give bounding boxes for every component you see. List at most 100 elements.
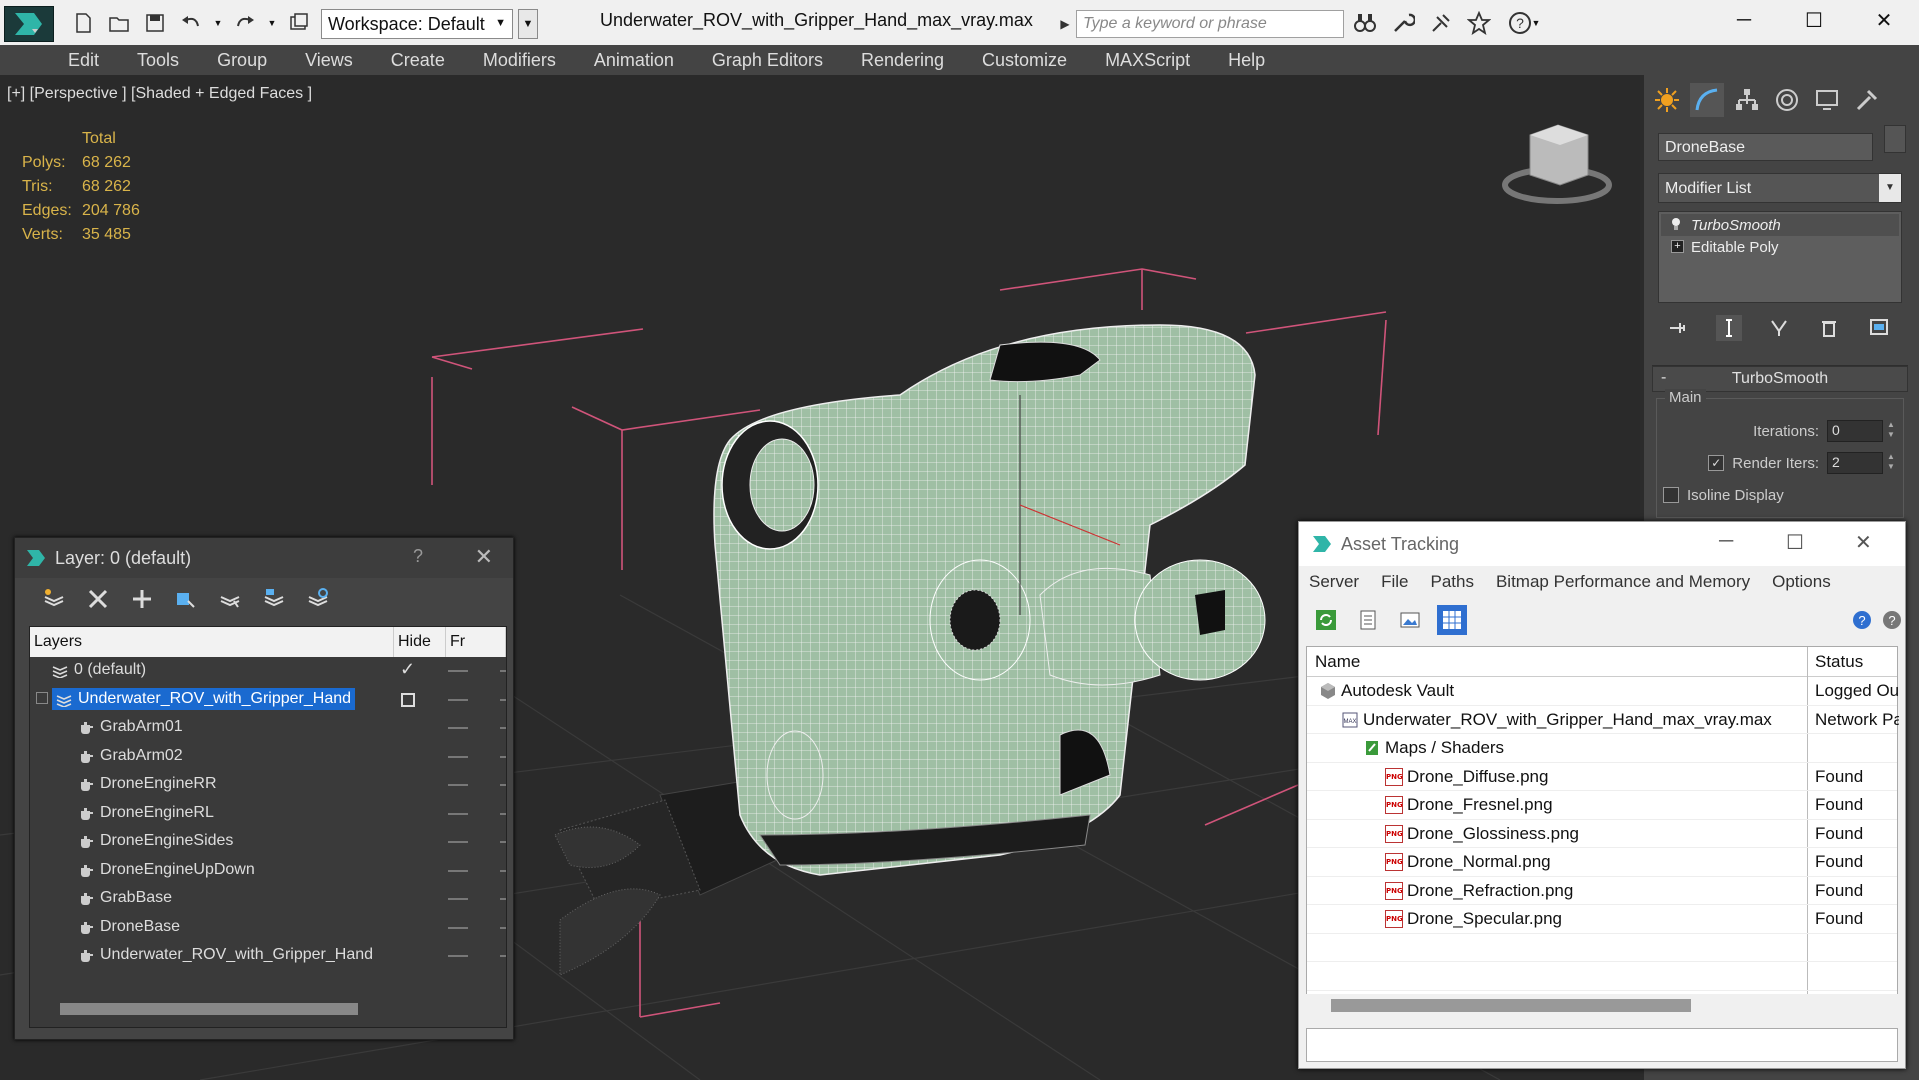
- project-folder-button[interactable]: [284, 8, 314, 38]
- menu-bitmap-performance[interactable]: Bitmap Performance and Memory: [1496, 572, 1750, 592]
- collapse-toggle-icon[interactable]: [36, 691, 48, 704]
- render-iters-spinner[interactable]: ▲ ▼: [1885, 452, 1897, 474]
- freeze-toggle[interactable]: [500, 698, 506, 701]
- layer-row[interactable]: GrabArm01: [30, 714, 506, 743]
- app-logo-button[interactable]: [4, 6, 54, 42]
- column-layers[interactable]: Layers: [30, 627, 394, 657]
- close-button[interactable]: ✕: [1849, 0, 1919, 40]
- asset-row[interactable]: PNG Drone_Specular.png Found: [1307, 905, 1897, 934]
- scrollbar-thumb[interactable]: [1331, 999, 1691, 1012]
- tab-modify[interactable]: [1690, 83, 1724, 117]
- menu-group[interactable]: Group: [217, 45, 267, 75]
- column-freeze[interactable]: Fr: [446, 627, 506, 657]
- asset-row[interactable]: Autodesk Vault Logged Ou: [1307, 677, 1899, 706]
- tools-button[interactable]: [1388, 8, 1418, 38]
- menu-create[interactable]: Create: [391, 45, 445, 75]
- layer-row[interactable]: Underwater_ROV_with_Gripper_Hand: [30, 686, 506, 715]
- close-icon[interactable]: ✕: [475, 544, 493, 570]
- redo-dropdown[interactable]: ▼: [266, 8, 278, 38]
- tab-hierarchy[interactable]: [1730, 83, 1764, 117]
- object-name[interactable]: Underwater_ROV_with_Gripper_Hand: [78, 946, 373, 964]
- viewport-label[interactable]: [+] [Perspective ] [Shaded + Edged Faces…: [7, 85, 312, 103]
- delete-layer-button[interactable]: [83, 584, 113, 614]
- expand-plus-icon[interactable]: +: [1671, 240, 1684, 253]
- horizontal-scrollbar[interactable]: [1306, 994, 1898, 1016]
- menu-modifiers[interactable]: Modifiers: [483, 45, 556, 75]
- menu-tools[interactable]: Tools: [137, 45, 179, 75]
- column-status[interactable]: Status: [1807, 647, 1871, 676]
- freeze-toggle[interactable]: [500, 926, 506, 929]
- workspace-dropdown[interactable]: Workspace: Default ▼: [321, 9, 513, 39]
- object-name[interactable]: DroneBase: [78, 918, 180, 936]
- undo-button[interactable]: [176, 8, 206, 38]
- menu-customize[interactable]: Customize: [982, 45, 1067, 75]
- hide-toggle[interactable]: [448, 670, 468, 672]
- binoculars-button[interactable]: [1350, 8, 1380, 38]
- layer-row[interactable]: DroneEngineRL: [30, 800, 506, 829]
- menu-options[interactable]: Options: [1772, 572, 1831, 592]
- freeze-toggle[interactable]: [500, 869, 506, 872]
- maximize-icon[interactable]: ☐: [1786, 530, 1804, 555]
- show-end-result-button[interactable]: [1716, 315, 1742, 341]
- set-current-checkbox[interactable]: [401, 692, 415, 707]
- freeze-toggle[interactable]: [500, 955, 506, 957]
- tab-motion[interactable]: [1770, 83, 1804, 117]
- isoline-checkbox[interactable]: [1663, 487, 1679, 503]
- open-file-button[interactable]: [104, 8, 134, 38]
- list-view-button[interactable]: [1353, 605, 1383, 635]
- layer-row[interactable]: Underwater_ROV_with_Gripper_Hand: [30, 942, 506, 971]
- configure-sets-button[interactable]: [1866, 315, 1892, 341]
- hide-toggle[interactable]: [448, 841, 468, 843]
- menu-graph-editors[interactable]: Graph Editors: [712, 45, 823, 75]
- menu-views[interactable]: Views: [305, 45, 353, 75]
- layer-name[interactable]: 0 (default): [52, 661, 146, 679]
- asset-row[interactable]: PNG Drone_Glossiness.png Found: [1307, 820, 1897, 848]
- asset-row[interactable]: Maps / Shaders: [1307, 734, 1897, 763]
- menu-maxscript[interactable]: MAXScript: [1105, 45, 1190, 75]
- new-file-button[interactable]: [68, 8, 98, 38]
- horizontal-scrollbar[interactable]: [40, 999, 496, 1017]
- layer-row[interactable]: DroneEngineRR: [30, 771, 506, 800]
- freeze-toggle[interactable]: [500, 755, 506, 758]
- asset-help-button[interactable]: ?: [1877, 605, 1907, 635]
- object-name[interactable]: GrabArm02: [78, 747, 183, 765]
- menu-edit[interactable]: Edit: [68, 45, 99, 75]
- maximize-button[interactable]: ☐: [1779, 0, 1849, 40]
- menu-paths[interactable]: Paths: [1430, 572, 1473, 592]
- tab-display[interactable]: [1810, 83, 1844, 117]
- current-layer-checkmark-icon[interactable]: ✓: [400, 659, 415, 680]
- layer-row[interactable]: 0 (default) ✓: [30, 657, 506, 686]
- layer-row[interactable]: DroneBase: [30, 914, 506, 943]
- iterations-field[interactable]: 0: [1827, 420, 1883, 442]
- menu-server[interactable]: Server: [1309, 572, 1359, 592]
- current-layer-button[interactable]: [259, 584, 289, 614]
- freeze-toggle[interactable]: [500, 727, 506, 729]
- freeze-toggle[interactable]: [500, 670, 506, 672]
- asset-row[interactable]: PNG Drone_Refraction.png Found: [1307, 877, 1897, 905]
- render-iters-field[interactable]: 2: [1827, 452, 1883, 474]
- highlight-layer-button[interactable]: [215, 584, 245, 614]
- object-name[interactable]: DroneEngineUpDown: [78, 861, 255, 879]
- object-name[interactable]: DroneEngineRL: [78, 804, 214, 822]
- layer-row[interactable]: GrabBase: [30, 885, 506, 914]
- layer-name[interactable]: Underwater_ROV_with_Gripper_Hand: [52, 687, 356, 710]
- hide-toggle[interactable]: [448, 755, 468, 758]
- object-color-swatch[interactable]: [1884, 125, 1906, 153]
- object-name-field[interactable]: DroneBase: [1658, 133, 1873, 161]
- tab-utilities[interactable]: [1850, 83, 1884, 117]
- menu-animation[interactable]: Animation: [594, 45, 674, 75]
- pin-stack-button[interactable]: [1666, 315, 1692, 341]
- hide-toggle[interactable]: [448, 898, 468, 900]
- hide-toggle[interactable]: [448, 869, 468, 872]
- communication-center-button[interactable]: [1426, 8, 1456, 38]
- object-name[interactable]: DroneEngineSides: [78, 832, 233, 850]
- asset-row[interactable]: PNG Drone_Diffuse.png Found: [1307, 763, 1897, 791]
- layer-window-titlebar[interactable]: Layer: 0 (default) ? ✕: [15, 538, 513, 578]
- iterations-spinner[interactable]: ▲ ▼: [1885, 420, 1897, 442]
- layer-row[interactable]: DroneEngineUpDown: [30, 857, 506, 886]
- search-expand-button[interactable]: ▶: [1056, 10, 1074, 38]
- freeze-toggle[interactable]: [500, 841, 506, 843]
- table-view-button[interactable]: [1437, 605, 1467, 635]
- hide-toggle[interactable]: [448, 784, 468, 786]
- redo-button[interactable]: [230, 8, 260, 38]
